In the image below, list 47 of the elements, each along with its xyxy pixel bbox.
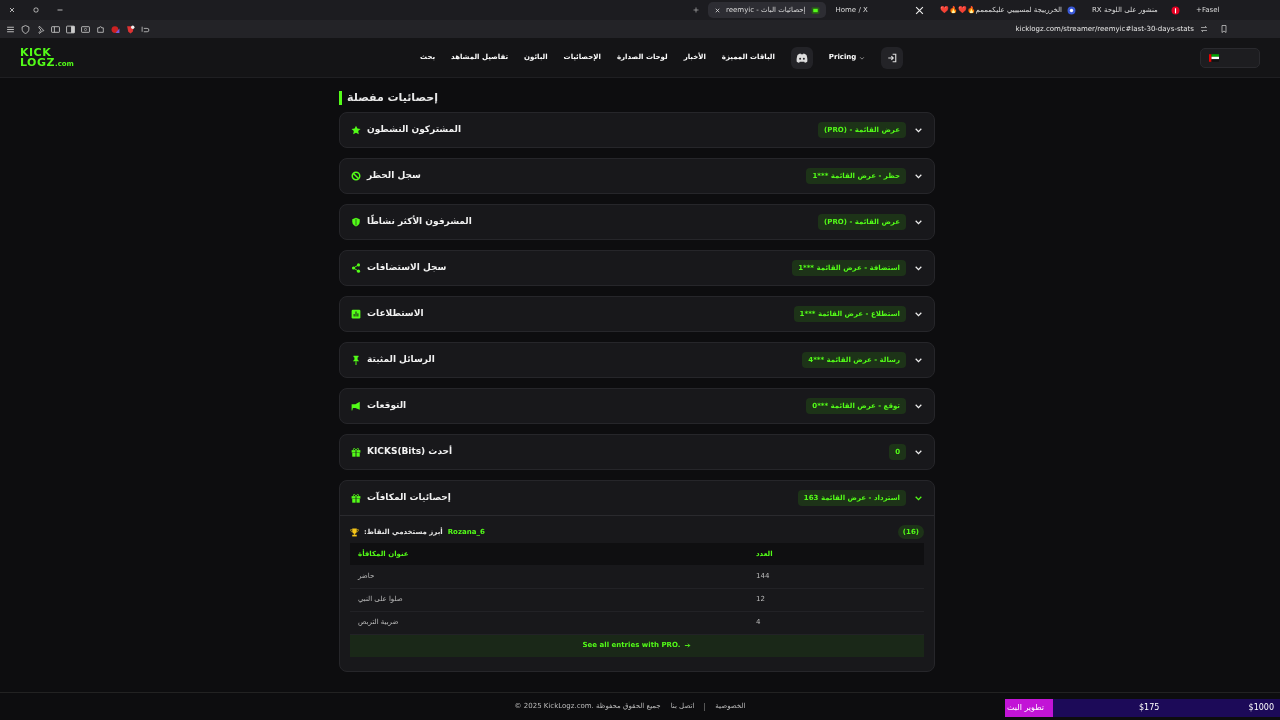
new-tab-icon[interactable] <box>692 6 701 14</box>
swap-icon[interactable] <box>1200 25 1208 33</box>
panel-title: التوقعات <box>367 399 407 413</box>
shield-icon[interactable] <box>21 24 30 34</box>
discord-icon <box>795 51 808 64</box>
close-icon[interactable] <box>8 6 16 14</box>
megaphone-icon <box>351 401 361 411</box>
pin-badge-icon <box>1171 5 1180 15</box>
round-badge-icon <box>1067 5 1076 15</box>
menu-icon[interactable] <box>6 24 15 34</box>
goal-current: $175 <box>1139 702 1160 714</box>
trophy-icon <box>350 527 359 537</box>
caret-icon <box>859 54 866 61</box>
goal-target: $1000 <box>1248 702 1274 714</box>
panel-title: أحدث KICKS(Bits) <box>367 445 453 459</box>
panel-title: المشتركون النشطون <box>367 123 461 137</box>
discord-button[interactable] <box>790 46 813 69</box>
panel-icon[interactable] <box>66 24 75 34</box>
gift-icon <box>351 493 361 503</box>
bookmark-icon[interactable] <box>1220 25 1228 33</box>
panel-title: سجل الحظر <box>367 169 421 183</box>
section-title: إحصائيات مفصلة <box>339 91 439 105</box>
chart-icon <box>351 309 361 319</box>
panel-title: الاستطلاعات <box>367 307 424 321</box>
share-icon <box>351 263 361 273</box>
extension-icon[interactable] <box>126 24 135 34</box>
panel-title: سجل الاستضافات <box>367 261 447 275</box>
close-tab-icon[interactable] <box>714 6 722 14</box>
panel-title: إحصائيات المكافآت <box>367 491 451 505</box>
login-button[interactable] <box>881 46 904 69</box>
ban-icon <box>351 171 361 181</box>
flag-icon <box>1209 53 1219 63</box>
login-icon <box>887 52 898 63</box>
panel-title: الرسائل المثبتة <box>367 353 435 367</box>
restore-icon[interactable] <box>32 6 40 14</box>
sidebar-icon[interactable] <box>51 24 60 34</box>
star-icon <box>351 125 361 135</box>
screenshot-icon[interactable] <box>81 24 90 34</box>
goal-label: تطوير البث <box>1005 699 1053 717</box>
language-button[interactable] <box>1200 48 1260 68</box>
shield-icon <box>351 217 361 227</box>
arrow-right-icon <box>684 642 692 649</box>
kick-icon <box>810 5 820 15</box>
gift-icon <box>351 447 361 457</box>
panel-title: المشرفون الأكثر نشاطًا <box>367 215 472 229</box>
minimize-icon[interactable] <box>56 6 64 14</box>
x-logo-icon <box>914 5 924 15</box>
